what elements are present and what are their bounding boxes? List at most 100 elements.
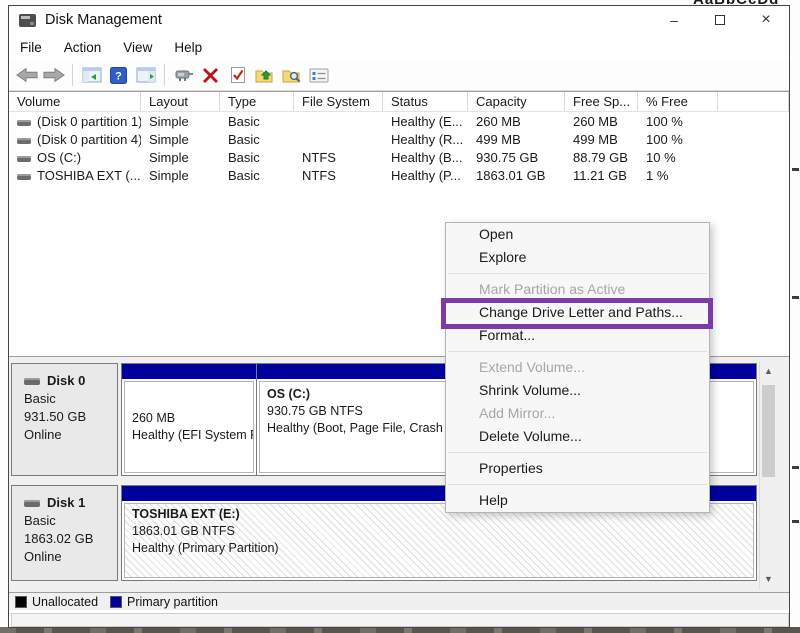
menu-item-extend-volume: Extend Volume... <box>446 356 709 379</box>
disk0-kind: Basic <box>24 390 111 408</box>
column-header-free-space[interactable]: Free Sp... <box>565 92 638 111</box>
menu-help[interactable]: Help <box>163 36 213 59</box>
volume-icon <box>17 156 31 162</box>
volume-icon <box>17 120 31 126</box>
background-fragment <box>792 520 799 523</box>
background-fragment <box>792 466 799 469</box>
menu-view[interactable]: View <box>112 36 163 59</box>
volume-icon <box>17 174 31 180</box>
column-header-percent-free[interactable]: % Free <box>638 92 718 111</box>
titlebar[interactable]: Disk Management – × <box>9 6 789 34</box>
column-header-capacity[interactable]: Capacity <box>468 92 565 111</box>
legend-label: Primary partition <box>127 595 218 609</box>
maximize-icon <box>715 15 725 25</box>
menu-item-format[interactable]: Format... <box>446 324 709 347</box>
device-icon[interactable] <box>170 63 197 87</box>
scroll-down-icon[interactable]: ▼ <box>760 571 777 587</box>
help-icon[interactable]: ? <box>105 63 132 87</box>
menu-item-delete-volume[interactable]: Delete Volume... <box>446 425 709 448</box>
disk0-status: Online <box>24 426 111 444</box>
disk1-name: Disk 1 <box>47 494 85 512</box>
background-fragment <box>792 296 799 299</box>
column-header-status[interactable]: Status <box>383 92 468 111</box>
status-bar <box>11 613 789 627</box>
menu-separator <box>448 273 707 274</box>
partition-size: 260 MB <box>132 410 251 427</box>
legend-label: Unallocated <box>32 595 98 609</box>
forward-icon[interactable] <box>40 63 67 87</box>
menu-item-shrink-volume[interactable]: Shrink Volume... <box>446 379 709 402</box>
legend-swatch-primary <box>110 596 122 608</box>
properties-list-icon[interactable] <box>305 63 332 87</box>
disk1-size: 1863.02 GB <box>24 530 111 548</box>
scroll-up-icon[interactable]: ▲ <box>760 363 777 379</box>
legend-swatch-unallocated <box>15 596 27 608</box>
volume-row-selected[interactable]: TOSHIBA EXT (... Simple Basic NTFS Healt… <box>9 166 789 184</box>
disk-icon <box>24 378 40 385</box>
disk0-card[interactable]: Disk 0 Basic 931.50 GB Online <box>11 363 118 476</box>
volume-row[interactable]: OS (C:) Simple Basic NTFS Healthy (B... … <box>9 148 789 166</box>
volume-name: (Disk 0 partition 4) <box>37 132 141 147</box>
legend-unallocated: Unallocated <box>15 595 98 609</box>
toolbar-separator <box>164 64 165 86</box>
volume-icon <box>17 138 31 144</box>
column-header-layout[interactable]: Layout <box>141 92 220 111</box>
disk0-size: 931.50 GB <box>24 408 111 426</box>
menu-item-explore[interactable]: Explore <box>446 246 709 269</box>
column-header-filler <box>718 92 789 111</box>
background-fragment <box>792 168 799 171</box>
console-tree-icon[interactable] <box>78 63 105 87</box>
folder-search-icon[interactable] <box>278 63 305 87</box>
partition-size: 1863.01 GB NTFS <box>132 523 751 540</box>
menu-action[interactable]: Action <box>53 36 113 59</box>
screen: AaBbCcDd Disk Management – × File Action… <box>0 0 800 633</box>
menubar: File Action View Help <box>9 34 789 60</box>
menu-separator <box>448 484 707 485</box>
action-pane-icon[interactable] <box>132 63 159 87</box>
column-header-file-system[interactable]: File System <box>294 92 383 111</box>
menu-item-mark-partition-active: Mark Partition as Active <box>446 278 709 301</box>
partition-status: Healthy (Primary Partition) <box>132 540 751 557</box>
menu-separator <box>448 351 707 352</box>
toolbar: ? <box>9 60 789 91</box>
minimize-button[interactable]: – <box>651 6 697 34</box>
disk-pane-scrollbar[interactable]: ▲ ▼ <box>759 361 776 589</box>
disk0-name: Disk 0 <box>47 372 85 390</box>
disk-icon <box>24 500 40 507</box>
legend-bar: Unallocated Primary partition <box>9 592 789 610</box>
volume-row[interactable]: (Disk 0 partition 1) Simple Basic Health… <box>9 112 789 130</box>
disk-management-app-icon <box>19 14 36 27</box>
menu-file[interactable]: File <box>9 36 53 59</box>
maximize-button[interactable] <box>697 6 743 34</box>
volume-list-header: Volume Layout Type File System Status Ca… <box>9 92 789 112</box>
menu-item-help[interactable]: Help <box>446 489 709 512</box>
column-header-volume[interactable]: Volume <box>9 92 141 111</box>
disk0-partition-efi[interactable]: 260 MB Healthy (EFI System P <box>122 364 257 475</box>
volume-name: TOSHIBA EXT (... <box>37 168 141 183</box>
disk1-kind: Basic <box>24 512 111 530</box>
menu-item-properties[interactable]: Properties <box>446 457 709 480</box>
volume-name: (Disk 0 partition 1) <box>37 114 141 129</box>
disk1-status: Online <box>24 548 111 566</box>
column-header-type[interactable]: Type <box>220 92 294 111</box>
legend-primary-partition: Primary partition <box>110 595 218 609</box>
partition-status: Healthy (EFI System P <box>132 427 251 444</box>
toolbar-separator <box>72 64 73 86</box>
menu-item-change-drive-letter[interactable]: Change Drive Letter and Paths... <box>446 301 709 324</box>
svg-text:?: ? <box>115 70 122 82</box>
back-icon[interactable] <box>13 63 40 87</box>
menu-separator <box>448 452 707 453</box>
context-menu: Open Explore Mark Partition as Active Ch… <box>445 222 710 513</box>
volume-name: OS (C:) <box>37 150 81 165</box>
menu-item-open[interactable]: Open <box>446 223 709 246</box>
delete-icon[interactable] <box>197 63 224 87</box>
disk1-card[interactable]: Disk 1 Basic 1863.02 GB Online <box>11 485 118 581</box>
volume-row[interactable]: (Disk 0 partition 4) Simple Basic Health… <box>9 130 789 148</box>
folder-open-icon[interactable] <box>251 63 278 87</box>
menu-item-add-mirror: Add Mirror... <box>446 402 709 425</box>
partition-color-bar <box>122 364 256 379</box>
check-document-icon[interactable] <box>224 63 251 87</box>
window-title: Disk Management <box>45 12 162 28</box>
close-button[interactable]: × <box>743 6 789 34</box>
scroll-thumb[interactable] <box>762 385 775 477</box>
